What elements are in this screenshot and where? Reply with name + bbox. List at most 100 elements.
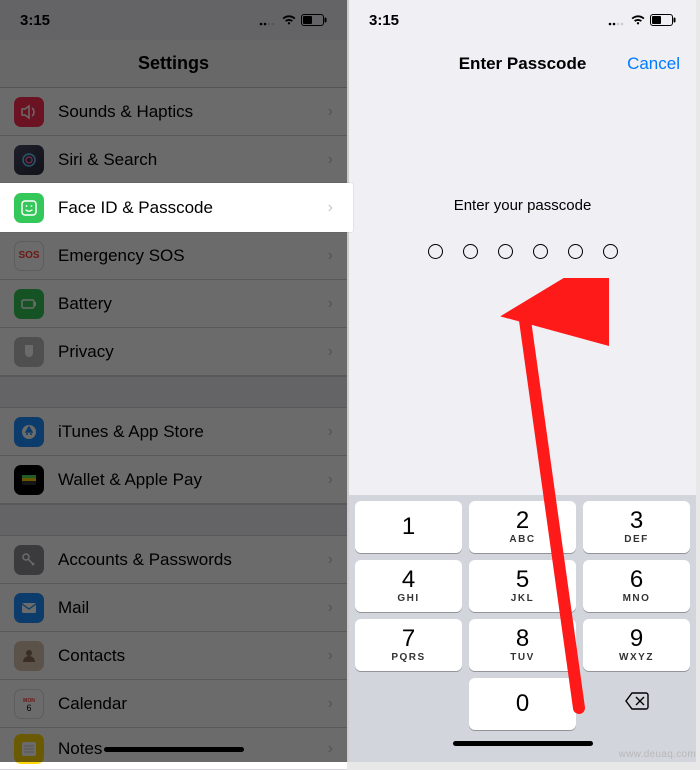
key-7[interactable]: 7PQRS [355,619,462,671]
row-mail[interactable]: Mail › [0,584,347,632]
siri-icon [14,145,44,175]
key-2[interactable]: 2ABC [469,501,576,553]
row-label: Accounts & Passwords [58,550,328,570]
sounds-icon [14,97,44,127]
key-sub: WXYZ [619,652,654,663]
key-5[interactable]: 5JKL [469,560,576,612]
key-num: 3 [630,509,643,533]
sos-icon: SOS [14,241,44,271]
row-label: Siri & Search [58,150,328,170]
chevron-right-icon: › [328,551,333,569]
wallet-icon [14,465,44,495]
row-wallet-applepay[interactable]: Wallet & Apple Pay › [0,456,347,504]
status-icons [259,14,327,26]
key-9[interactable]: 9WXYZ [583,619,690,671]
key-sub: ABC [509,534,535,545]
row-siri[interactable]: Siri & Search › [0,136,347,184]
settings-list-2: iTunes & App Store › Wallet & Apple Pay … [0,408,347,504]
key-8[interactable]: 8TUV [469,619,576,671]
passcode-header: Enter Passcode Cancel [349,40,696,88]
page-title: Settings [0,40,347,88]
key-3[interactable]: 3DEF [583,501,690,553]
key-sub: PQRS [391,652,425,663]
row-label: Wallet & Apple Pay [58,470,328,490]
key-num: 9 [630,627,643,651]
key-num: 7 [402,627,415,651]
passcode-prompt: Enter your passcode [454,197,592,214]
status-time: 3:15 [20,12,50,29]
key-sub: GHI [397,593,419,604]
row-label: iTunes & App Store [58,422,328,442]
cancel-button[interactable]: Cancel [627,54,680,74]
settings-list-3: Accounts & Passwords › Mail › Contacts ›… [0,536,347,770]
row-calendar[interactable]: MON6 Calendar › [0,680,347,728]
chevron-right-icon: › [328,695,333,713]
privacy-icon [14,337,44,367]
row-label: Battery [58,294,328,314]
chevron-right-icon: › [328,423,333,441]
chevron-right-icon: › [328,199,333,217]
row-sounds[interactable]: Sounds & Haptics › [0,88,347,136]
battery-settings-icon [14,289,44,319]
chevron-right-icon: › [328,151,333,169]
key-sub: DEF [624,534,649,545]
row-label: Mail [58,598,328,618]
row-accounts-passwords[interactable]: Accounts & Passwords › [0,536,347,584]
key-6[interactable]: 6MNO [583,560,690,612]
signal-icon [608,14,626,26]
svg-text:6: 6 [26,703,31,713]
settings-title-text: Settings [138,53,209,74]
key-num: 6 [630,568,643,592]
section-gap [0,504,347,536]
section-gap [0,376,347,408]
row-privacy[interactable]: Privacy › [0,328,347,376]
status-bar: 3:15 [349,0,696,40]
row-emergency-sos[interactable]: SOS Emergency SOS › [0,232,347,280]
key-delete[interactable] [583,678,690,730]
key-1[interactable]: 1 [355,501,462,553]
numeric-keypad: 1 2ABC 3DEF 4GHI 5JKL 6MNO 7PQRS 8TUV 9W… [349,495,696,762]
passcode-prompt-area: Enter your passcode [349,88,696,368]
passcode-dot [603,244,618,259]
key-blank [355,678,462,730]
passcode-dot [428,244,443,259]
key-num: 8 [516,627,529,651]
key-num: 4 [402,568,415,592]
row-contacts[interactable]: Contacts › [0,632,347,680]
appstore-icon [14,417,44,447]
row-face-id-passcode[interactable]: Face ID & Passcode › [0,184,347,232]
chevron-right-icon: › [328,647,333,665]
wifi-icon [281,14,297,26]
chevron-right-icon: › [328,471,333,489]
key-sub: MNO [623,593,651,604]
chevron-right-icon: › [328,295,333,313]
signal-icon [259,14,277,26]
passcode-screen: 3:15 Enter Passcode Cancel Enter your pa… [348,0,696,762]
status-time: 3:15 [369,12,399,29]
home-indicator [0,736,347,762]
chevron-right-icon: › [328,599,333,617]
key-0[interactable]: 0 [469,678,576,730]
key-4[interactable]: 4GHI [355,560,462,612]
passcode-dots [428,244,618,259]
wifi-icon [630,14,646,26]
calendar-icon: MON6 [14,689,44,719]
key-num: 1 [402,515,415,539]
chevron-right-icon: › [328,247,333,265]
passcode-dot [568,244,583,259]
row-label: Face ID & Passcode [58,198,328,218]
row-itunes-appstore[interactable]: iTunes & App Store › [0,408,347,456]
passcode-dot [498,244,513,259]
key-num: 5 [516,568,529,592]
row-label: Sounds & Haptics [58,102,328,122]
row-label: Calendar [58,694,328,714]
mail-icon [14,593,44,623]
key-num: 2 [516,509,529,533]
row-label: Emergency SOS [58,246,328,266]
watermark: www.deuaq.com [619,749,696,760]
settings-screen: 3:15 Settings Sounds & Haptics › Siri & … [0,0,348,762]
battery-icon [301,14,327,26]
row-battery[interactable]: Battery › [0,280,347,328]
status-bar: 3:15 [0,0,347,40]
passcode-dot [463,244,478,259]
